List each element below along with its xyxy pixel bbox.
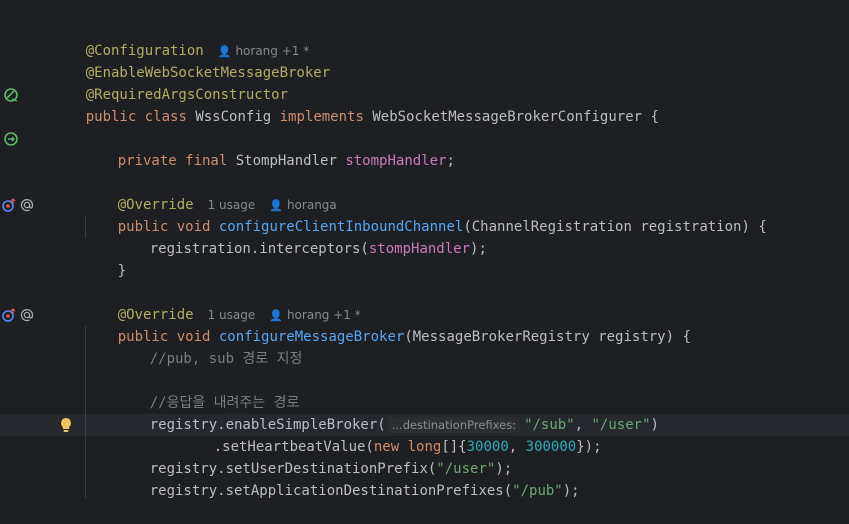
keyword: implements <box>279 109 364 125</box>
comment: //pub, sub 경로 지정 <box>149 351 303 367</box>
code-line: //pub, sub 경로 지정 <box>116 326 849 367</box>
code-editor[interactable]: @Configuration 👤 horang +1 * @EnableWebSoc… <box>0 0 849 499</box>
code-text: WebSocketMessageBrokerConfigurer { <box>363 109 659 125</box>
code-line: public void configureMessageBroker(Messa… <box>84 304 849 345</box>
override-method-icon[interactable] <box>1 307 17 323</box>
string-literal: "/pub" <box>512 483 563 499</box>
at-annotation-icon[interactable] <box>19 307 35 323</box>
code-line: registration.interceptors(stompHandler); <box>116 216 849 257</box>
code-text: ; <box>446 153 455 169</box>
bean-icon[interactable] <box>3 87 19 103</box>
code-line: registry.setApplicationDestinationPrefix… <box>116 458 849 499</box>
class-name: WssConfig <box>195 109 280 125</box>
keyword: public <box>85 109 137 125</box>
code-line: registry.enableSimpleBroker(...destinati… <box>116 392 849 433</box>
field-name: stompHandler <box>345 153 447 169</box>
code-text: ); <box>562 483 580 499</box>
keyword: private final <box>117 153 228 169</box>
code-line: private final StompHandler stompHandler; <box>84 128 849 169</box>
code-line: //응답을 내려주는 경로 <box>116 370 849 411</box>
code-line: public void configureClientInboundChanne… <box>84 194 849 235</box>
code-line: @RequiredArgsConstructor <box>52 62 849 103</box>
code-line: @Override 1 usage 👤 horang +1 * <box>84 282 849 323</box>
at-annotation-icon[interactable] <box>19 197 35 213</box>
type-name: StompHandler <box>227 153 346 169</box>
override-method-icon[interactable] <box>1 197 17 213</box>
code-text: registry.setApplicationDestinationPrefix… <box>149 483 513 499</box>
code-line: @Configuration 👤 horang +1 * <box>52 18 849 59</box>
closing-brace: } <box>117 263 127 279</box>
lightbulb-icon[interactable] <box>59 417 73 433</box>
code-line: } <box>84 238 849 279</box>
code-line: public class WssConfig implements WebSoc… <box>52 84 849 125</box>
bean-injected-icon[interactable] <box>3 131 19 147</box>
code-line: @EnableWebSocketMessageBroker <box>52 40 849 81</box>
keyword: class <box>136 109 196 125</box>
code-line: registry.setUserDestinationPrefix("/user… <box>116 436 849 477</box>
code-line: @Override 1 usage 👤 horanga <box>84 172 849 213</box>
code-line: .setHeartbeatValue(new long[]{30000, 300… <box>180 414 849 455</box>
